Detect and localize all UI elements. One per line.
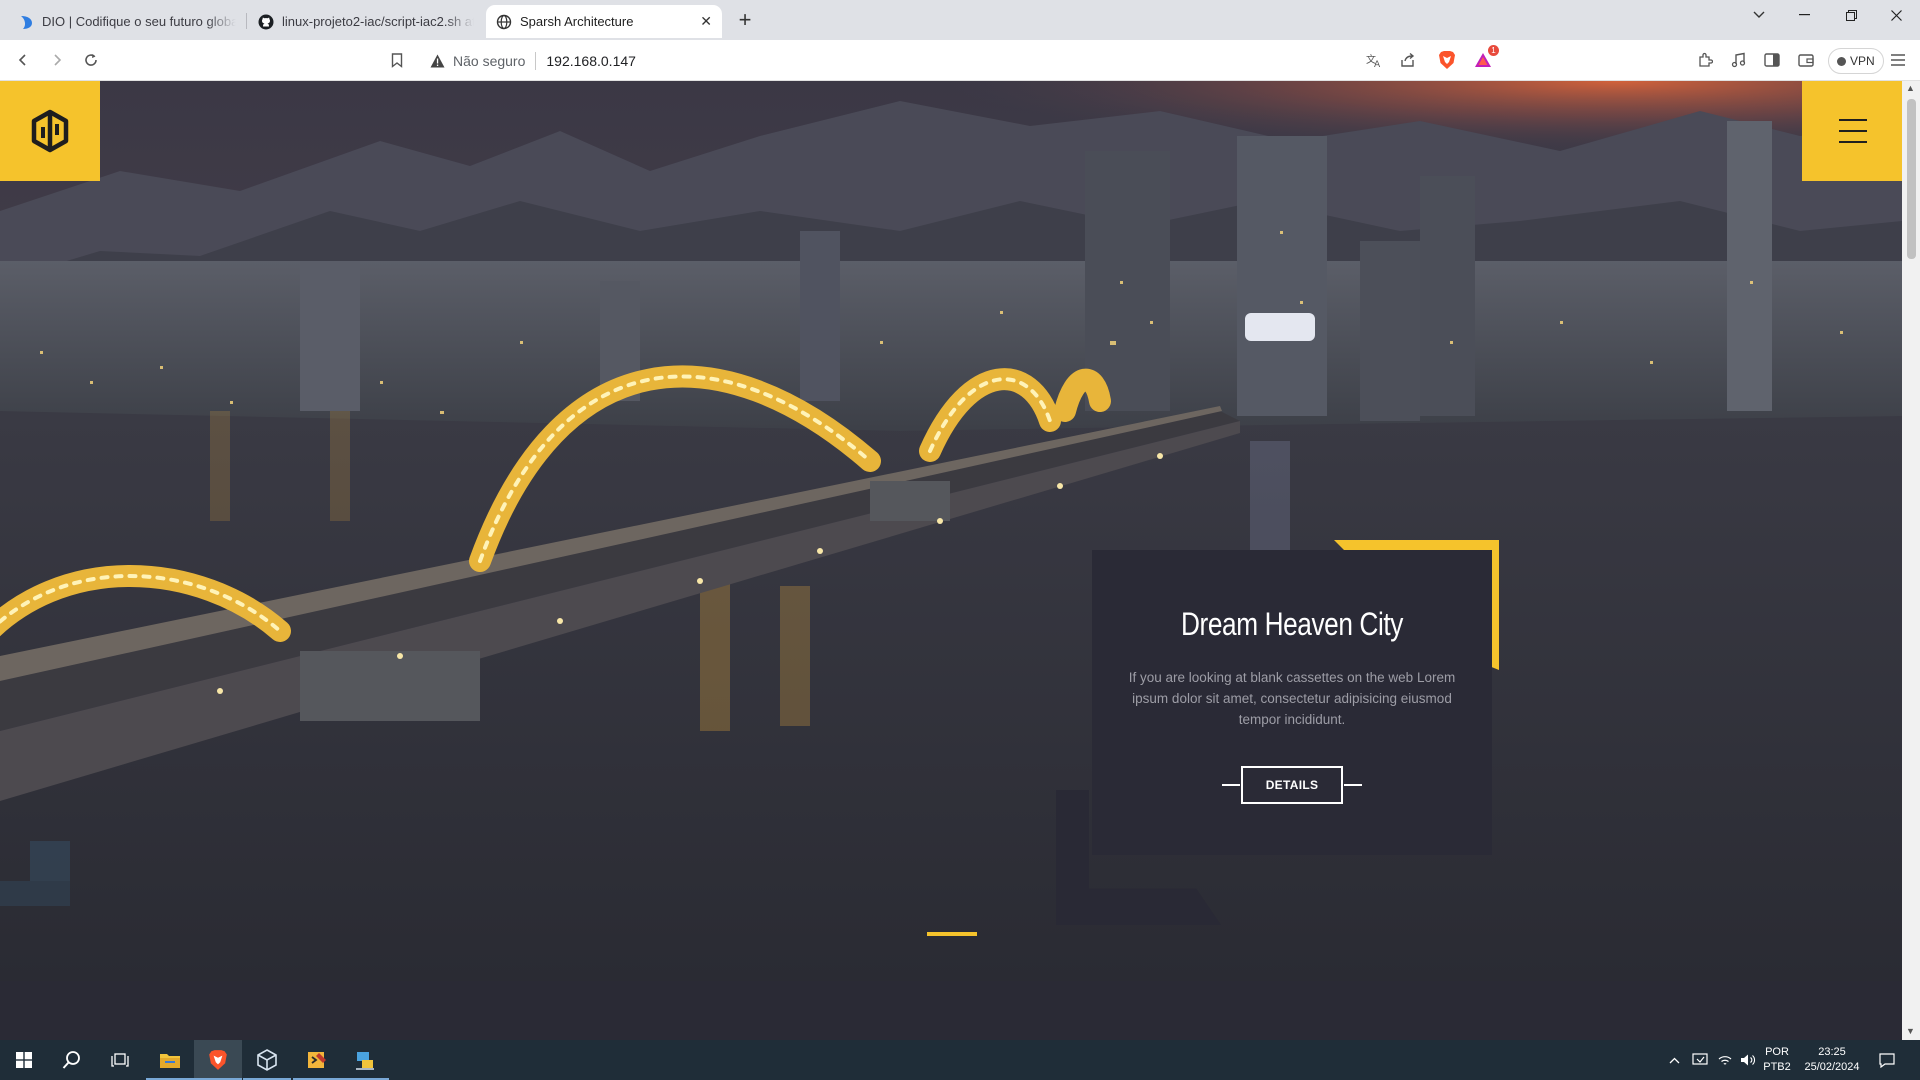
scroll-up-icon[interactable]: ▲ bbox=[1906, 83, 1915, 93]
details-line-left bbox=[1222, 784, 1240, 786]
hero-section: Dream Heaven City If you are looking at … bbox=[0, 81, 1902, 981]
menu-line bbox=[1839, 130, 1867, 132]
volume-icon[interactable] bbox=[1736, 1040, 1760, 1080]
address-divider bbox=[535, 51, 537, 70]
code-editor-icon[interactable] bbox=[293, 1040, 341, 1080]
rewards-badge: 1 bbox=[1488, 45, 1499, 56]
scroll-down-icon[interactable]: ▼ bbox=[1906, 1026, 1915, 1036]
input-language-indicator[interactable]: POR PTB2 bbox=[1762, 1045, 1792, 1075]
reload-icon[interactable] bbox=[79, 48, 103, 72]
vpn-label: VPN bbox=[1850, 54, 1875, 68]
media-icon[interactable] bbox=[1727, 49, 1749, 71]
extensions-icon[interactable] bbox=[1694, 49, 1716, 71]
notifications-icon[interactable] bbox=[1872, 1040, 1902, 1080]
page-viewport: Dream Heaven City If you are looking at … bbox=[0, 81, 1902, 1040]
virtualbox-icon[interactable] bbox=[243, 1040, 291, 1080]
github-icon bbox=[258, 14, 274, 30]
vpn-button[interactable]: VPN bbox=[1828, 48, 1884, 74]
tray-app-icon[interactable] bbox=[1688, 1040, 1712, 1080]
restore-button[interactable] bbox=[1829, 0, 1873, 30]
forward-icon[interactable] bbox=[45, 48, 69, 72]
tab-sparsh-architecture[interactable]: Sparsh Architecture ✕ bbox=[486, 5, 722, 38]
vpn-status-icon bbox=[1837, 56, 1846, 66]
scroll-thumb[interactable] bbox=[1907, 99, 1916, 259]
logo-icon bbox=[31, 109, 69, 153]
slide-info-card: Dream Heaven City If you are looking at … bbox=[1056, 540, 1504, 965]
globe-icon bbox=[496, 14, 512, 30]
page-scrollbar[interactable]: ▲ ▼ bbox=[1902, 81, 1920, 1040]
slide-title: Dream Heaven City bbox=[1181, 606, 1403, 642]
tab-github[interactable]: linux-projeto2-iac/script-iac2.sh at m bbox=[248, 5, 484, 38]
svg-text:A: A bbox=[1374, 60, 1381, 68]
details-button[interactable]: DETAILS bbox=[1241, 766, 1343, 804]
browser-tab-bar: DIO | Codifique o seu futuro global a li… bbox=[0, 0, 1920, 40]
clock[interactable]: 23:25 25/02/2024 bbox=[1797, 1045, 1867, 1075]
close-window-button[interactable] bbox=[1874, 0, 1918, 30]
tab-title: DIO | Codifique o seu futuro global a bbox=[42, 14, 236, 29]
tab-title: linux-projeto2-iac/script-iac2.sh at m bbox=[282, 14, 474, 29]
share-icon[interactable] bbox=[1397, 49, 1419, 71]
brave-shields-icon[interactable] bbox=[1436, 49, 1458, 71]
menu-line bbox=[1839, 119, 1867, 121]
security-status[interactable]: Não seguro bbox=[453, 53, 525, 69]
file-explorer-icon[interactable] bbox=[146, 1040, 194, 1080]
language-code: POR bbox=[1765, 1046, 1789, 1058]
brave-rewards-icon[interactable]: 1 bbox=[1472, 45, 1499, 71]
bookmark-icon[interactable] bbox=[385, 48, 409, 72]
keyboard-layout: PTB2 bbox=[1763, 1061, 1791, 1073]
search-icon[interactable] bbox=[48, 1040, 96, 1080]
url-text[interactable]: 192.168.0.147 bbox=[546, 53, 636, 69]
tab-search-chevron-icon[interactable] bbox=[1737, 0, 1781, 30]
warning-icon[interactable] bbox=[430, 54, 445, 68]
brave-browser-icon[interactable] bbox=[194, 1040, 242, 1080]
new-tab-button[interactable]: + bbox=[733, 7, 757, 33]
close-tab-icon[interactable]: ✕ bbox=[700, 13, 712, 30]
back-icon[interactable] bbox=[11, 48, 35, 72]
card-body: Dream Heaven City If you are looking at … bbox=[1092, 550, 1492, 855]
sidebar-icon[interactable] bbox=[1761, 49, 1783, 71]
wifi-icon[interactable] bbox=[1713, 1040, 1737, 1080]
task-view-icon[interactable] bbox=[96, 1040, 144, 1080]
site-logo[interactable] bbox=[0, 81, 100, 181]
clock-date: 25/02/2024 bbox=[1804, 1061, 1860, 1073]
windows-taskbar: POR PTB2 23:25 25/02/2024 bbox=[0, 1040, 1920, 1080]
minimize-button[interactable] bbox=[1782, 0, 1826, 30]
address-bar[interactable]: Não seguro 192.168.0.147 bbox=[420, 45, 1442, 76]
hamburger-menu-button[interactable] bbox=[1802, 81, 1902, 181]
network-tool-icon[interactable] bbox=[341, 1040, 389, 1080]
windows-start-icon[interactable] bbox=[0, 1040, 48, 1080]
details-line-right bbox=[1344, 784, 1362, 786]
wallet-icon[interactable] bbox=[1795, 49, 1817, 71]
translate-icon[interactable]: 文A bbox=[1363, 49, 1385, 71]
tab-divider bbox=[246, 13, 247, 29]
details-wrapper: DETAILS bbox=[1222, 766, 1362, 804]
slide-description: If you are looking at blank cassettes on… bbox=[1128, 670, 1456, 727]
menu-line bbox=[1839, 141, 1867, 143]
main-menu-icon[interactable] bbox=[1887, 49, 1909, 71]
hero-background-image bbox=[0, 81, 1902, 981]
browser-toolbar: Não seguro 192.168.0.147 文A 1 VPN bbox=[0, 40, 1920, 81]
slider-indicator[interactable] bbox=[927, 932, 977, 936]
tab-title: Sparsh Architecture bbox=[520, 14, 634, 29]
next-section bbox=[0, 981, 1902, 1040]
tab-dio[interactable]: DIO | Codifique o seu futuro global a bbox=[8, 5, 246, 38]
tray-chevron-icon[interactable] bbox=[1662, 1040, 1686, 1080]
dio-icon bbox=[18, 14, 34, 30]
clock-time: 23:25 bbox=[1818, 1046, 1846, 1058]
